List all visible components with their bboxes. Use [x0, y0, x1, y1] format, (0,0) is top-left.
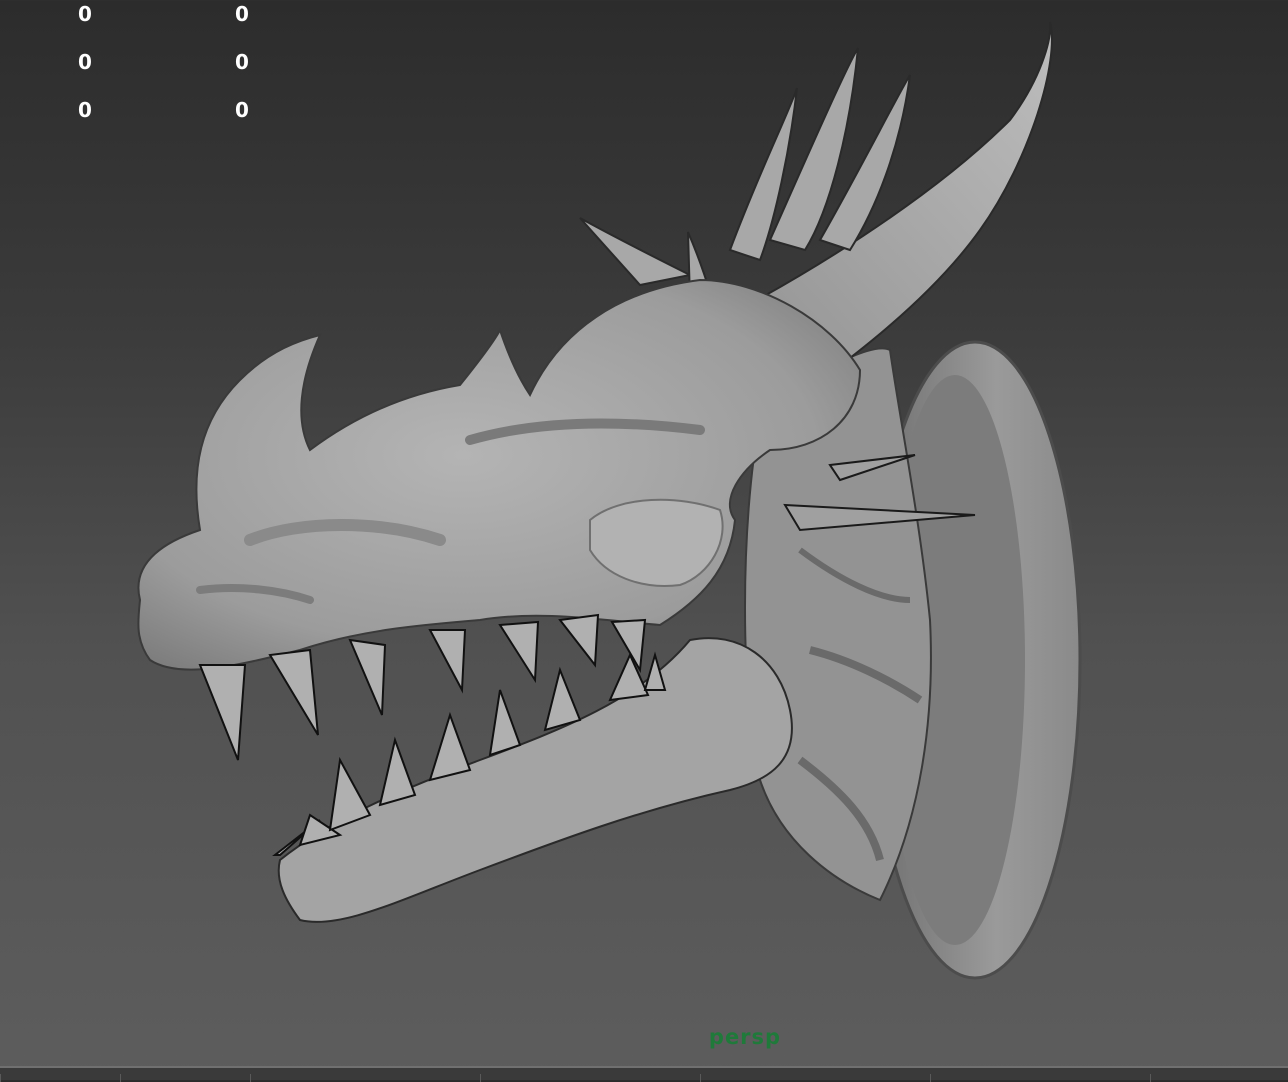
hud-value: 0 [78, 50, 92, 74]
viewport-bottom-bar [0, 1066, 1288, 1082]
hud-value: 0 [235, 98, 249, 122]
bar-divider [0, 1074, 1, 1082]
hud-value: 0 [235, 50, 249, 74]
bar-divider [1150, 1074, 1151, 1082]
camera-name-label: persp [708, 1025, 782, 1049]
hud-value: 0 [78, 2, 92, 26]
hud-value: 0 [78, 98, 92, 122]
bar-divider [120, 1074, 121, 1082]
bar-divider [250, 1074, 251, 1082]
bar-divider [480, 1074, 481, 1082]
bar-divider [930, 1074, 931, 1082]
dragon-head-model[interactable] [0, 0, 1288, 1066]
bar-divider [700, 1074, 701, 1082]
hud-value: 0 [235, 2, 249, 26]
hud-stats-overlay: 0 0 0 0 0 0 [0, 0, 300, 130]
3d-viewport[interactable]: 0 0 0 0 0 0 persp [0, 0, 1288, 1066]
